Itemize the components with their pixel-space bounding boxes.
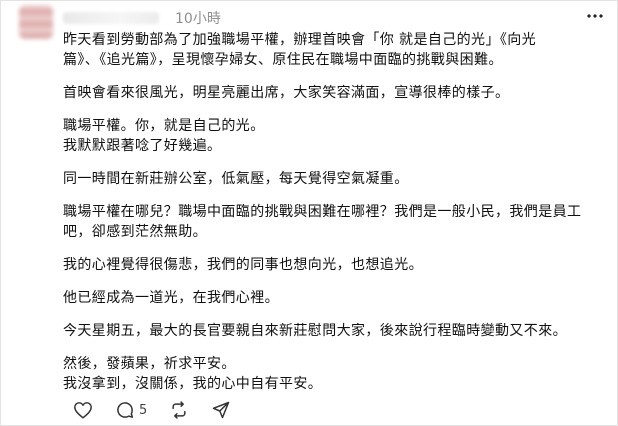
- repost-icon: [172, 401, 186, 419]
- paragraph: 我的心裡覺得很傷悲，我們的同事也想向光，也想追光。: [63, 255, 611, 275]
- text-line: 然後，發蘋果，祈求平安。: [63, 356, 236, 372]
- paragraph: 然後，發蘋果，祈求平安。 我沒拿到，沒關係，我的心中自有平安。: [63, 354, 611, 394]
- timestamp: 10小時: [175, 11, 221, 27]
- paragraph: 同一時間在新莊辦公室，低氣壓，每天覺得空氣凝重。: [63, 169, 611, 189]
- paragraph: 首映會看來很風光，明星亮麗出席，大家笑容滿面，宣導很棒的樣子。: [63, 83, 611, 103]
- text-line: 首映會看來很風光，明星亮麗出席，大家笑容滿面，宣導很棒的樣子。: [63, 85, 510, 101]
- share-icon: [213, 401, 230, 419]
- post-header: 10小時: [63, 7, 221, 29]
- paragraph: 今天星期五，最大的長官要親自來新莊慰問大家，後來說行程臨時變動又不來。: [63, 321, 611, 341]
- text-line: 職場平權在哪兒？職場中面臨的挑戰與困難在哪裡？我們是一般小民，我們是員工: [63, 204, 582, 220]
- repost-button[interactable]: [169, 400, 189, 420]
- text-line: 同一時間在新莊辦公室，低氣壓，每天覺得空氣凝重。: [63, 171, 409, 187]
- text-line: 我默默跟著唸了好幾遍。: [63, 138, 222, 154]
- share-button[interactable]: [211, 400, 231, 420]
- comment-icon: [117, 402, 134, 418]
- comment-count: 5: [139, 402, 148, 418]
- paragraph: 職場平權。你，就是自己的光。 我默默跟著唸了好幾遍。: [63, 116, 611, 156]
- paragraph: 昨天看到勞動部為了加強職場平權，辦理首映會「你 就是自己的光」《向光 篇》、《追…: [63, 30, 611, 70]
- text-line: 我沒拿到，沒關係，我的心中自有平安。: [63, 376, 323, 392]
- more-options-icon: [587, 14, 603, 18]
- action-bar: 5: [73, 399, 253, 421]
- text-line: 今天星期五，最大的長官要親自來新莊慰問大家，後來說行程臨時變動又不來。: [63, 323, 567, 339]
- paragraph: 他已經成為一道光，在我們心裡。: [63, 288, 611, 308]
- heart-icon: [74, 402, 92, 419]
- text-line: 職場平權。你，就是自己的光。: [63, 118, 265, 134]
- text-line: 篇》、《追光篇》，呈現懷孕婦女、原住民在職場中面臨的挑戰與困難。: [63, 52, 503, 68]
- more-options-button[interactable]: [583, 7, 607, 25]
- post-body: 昨天看到勞動部為了加強職場平權，辦理首映會「你 就是自己的光」《向光 篇》、《追…: [63, 30, 611, 407]
- username-redacted[interactable]: [63, 12, 159, 24]
- paragraph: 職場平權在哪兒？職場中面臨的挑戰與困難在哪裡？我們是一般小民，我們是員工 吧，卻…: [63, 202, 611, 242]
- text-line: 我的心裡覺得很傷悲，我們的同事也想向光，也想追光。: [63, 257, 423, 273]
- avatar[interactable]: [19, 5, 53, 39]
- like-button[interactable]: [73, 401, 93, 419]
- post-card: 10小時 昨天看到勞動部為了加強職場平權，辦理首映會「你 就是自己的光」《向光 …: [0, 0, 618, 426]
- text-line: 吧，卻感到茫然無助。: [63, 224, 207, 240]
- text-line: 他已經成為一道光，在我們心裡。: [63, 290, 279, 306]
- comment-button[interactable]: 5: [115, 400, 147, 420]
- text-line: 昨天看到勞動部為了加強職場平權，辦理首映會「你 就是自己的光」《向光: [63, 32, 537, 48]
